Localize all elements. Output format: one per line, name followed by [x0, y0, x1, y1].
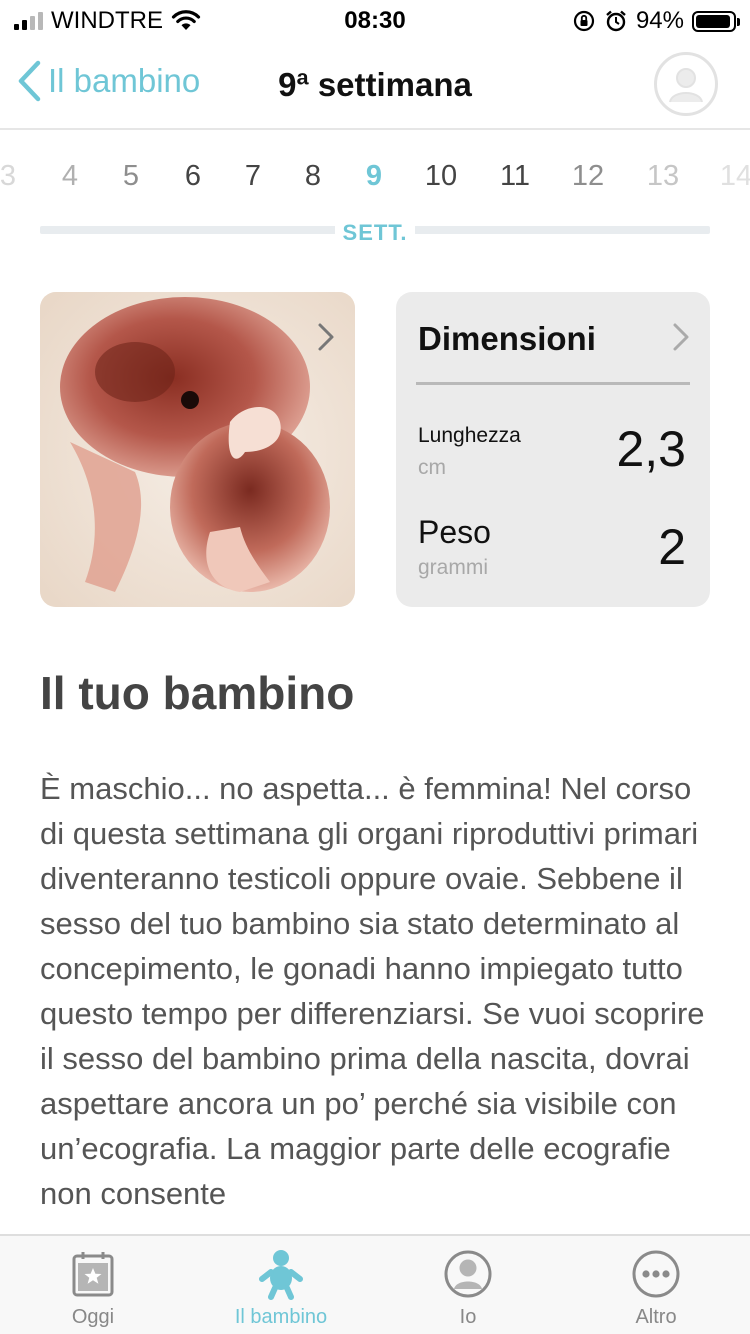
tab-altro[interactable]: Altro: [586, 1248, 726, 1329]
tab-label: Altro: [635, 1306, 677, 1328]
baby-icon: [259, 1250, 303, 1300]
week-14[interactable]: 14: [706, 160, 750, 193]
alarm-icon: [606, 10, 626, 32]
tab-label: Oggi: [71, 1306, 115, 1328]
calendar-star-icon: [72, 1252, 114, 1297]
week-5[interactable]: 5: [101, 160, 161, 193]
page-title: 9ª settimana: [278, 66, 472, 103]
tab-il-bambino[interactable]: Il bambino: [211, 1248, 351, 1329]
profile-button[interactable]: [654, 52, 718, 116]
rotation-lock-icon: [573, 10, 595, 32]
nav-bar: Il bambino 9ª settimana: [0, 42, 750, 130]
wifi-icon: [171, 10, 201, 30]
status-bar: WINDTRE 08:30 94%: [0, 0, 750, 42]
week-6[interactable]: 6: [163, 160, 223, 193]
section-heading: Il tuo bambino: [40, 667, 355, 719]
chevron-right-icon: [318, 323, 334, 351]
length-label: Lunghezza: [418, 424, 521, 447]
week-12[interactable]: 12: [558, 160, 618, 193]
week-11[interactable]: 11: [485, 160, 545, 193]
user-icon: [444, 1250, 492, 1298]
article-body: È maschio... no aspetta... è femmina! Ne…: [40, 771, 705, 1211]
chevron-right-icon: [673, 323, 689, 351]
weight-unit: grammi: [418, 556, 489, 579]
tab-bar: Oggi Il bambino Io Altro: [0, 1234, 750, 1334]
week-8[interactable]: 8: [283, 160, 343, 193]
week-unit-label: SETT.: [335, 220, 415, 246]
week-13[interactable]: 13: [633, 160, 693, 193]
week-4[interactable]: 4: [40, 160, 100, 193]
length-unit: cm: [418, 456, 446, 479]
user-icon: [669, 68, 703, 103]
dimensions-title: Dimensioni: [418, 320, 596, 357]
embryo-image: [40, 292, 355, 607]
dimensions-card[interactable]: Dimensioni Lunghezza cm 2,3 Peso grammi …: [396, 292, 710, 607]
tab-io[interactable]: Io: [398, 1248, 538, 1329]
dimensions-divider: [416, 382, 690, 385]
week-10[interactable]: 10: [411, 160, 471, 193]
week-7[interactable]: 7: [223, 160, 283, 193]
weight-label: Peso: [418, 514, 491, 550]
more-icon: [632, 1250, 680, 1298]
week-9[interactable]: 9: [344, 160, 404, 193]
tab-label: Il bambino: [234, 1306, 328, 1328]
battery-icon: [692, 10, 740, 32]
weight-value: 2: [658, 519, 686, 575]
week-picker[interactable]: 3 4 5 6 7 8 9 10 11 12 13 14: [0, 160, 750, 210]
status-left: WINDTRE: [14, 7, 201, 35]
tab-label: Io: [459, 1306, 477, 1328]
week-3[interactable]: 3: [0, 160, 38, 193]
carrier-label: WINDTRE: [51, 7, 163, 34]
length-value: 2,3: [616, 421, 686, 477]
signal-icon: [14, 12, 43, 30]
status-right: 94%: [572, 7, 740, 35]
battery-percent: 94%: [635, 7, 684, 34]
tab-oggi[interactable]: Oggi: [23, 1248, 163, 1329]
embryo-image-card[interactable]: [40, 292, 355, 607]
